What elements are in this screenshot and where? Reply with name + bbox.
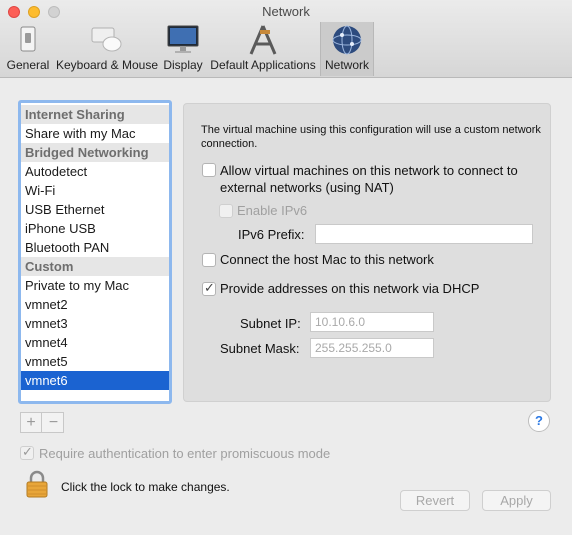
promiscuous-label: Require authentication to enter promiscu… — [39, 446, 331, 461]
general-switch-icon — [20, 26, 36, 52]
dhcp-checkbox[interactable]: ✓ — [202, 280, 216, 296]
network-globe-icon — [332, 25, 362, 55]
list-item-vmnet6[interactable]: vmnet6 — [21, 371, 169, 390]
add-remove-control: + − — [20, 412, 64, 433]
list-header-custom: Custom — [21, 257, 169, 276]
list-item-autodetect[interactable]: Autodetect — [21, 162, 169, 181]
keyboard-mouse-icon — [91, 27, 122, 52]
configuration-description: The virtual machine using this configura… — [201, 124, 541, 150]
network-list[interactable]: Internet Sharing Share with my Mac Bridg… — [18, 100, 172, 404]
subnet-mask-field[interactable]: 255.255.255.0 — [310, 338, 434, 358]
window-title: Network — [262, 4, 310, 19]
list-item-vmnet4[interactable]: vmnet4 — [21, 333, 169, 352]
toolbar-label: Default Applications — [210, 58, 316, 72]
checkmark-icon: ✓ — [22, 444, 33, 459]
enable-ipv6-checkbox[interactable] — [219, 204, 233, 218]
list-header-internet-sharing: Internet Sharing — [21, 105, 169, 124]
toolbar-label: Keyboard & Mouse — [55, 58, 159, 72]
revert-button[interactable]: Revert — [400, 490, 470, 511]
toolbar-item-general[interactable]: General — [2, 22, 54, 76]
toolbar-item-keyboard-mouse[interactable]: Keyboard & Mouse — [55, 22, 159, 76]
lock-icon[interactable] — [25, 470, 49, 498]
list-item-iphone-usb[interactable]: iPhone USB — [21, 219, 169, 238]
add-network-button[interactable]: + — [21, 413, 42, 432]
toolbar-item-network[interactable]: Network — [320, 22, 374, 76]
subnet-ip-label: Subnet IP: — [240, 316, 301, 331]
apply-button[interactable]: Apply — [482, 490, 551, 511]
preferences-window: Network General Keyboard & Mouse Display — [0, 0, 572, 535]
subnet-mask-label: Subnet Mask: — [220, 341, 300, 356]
toolbar-label: General — [6, 58, 50, 72]
list-item-vmnet3[interactable]: vmnet3 — [21, 314, 169, 333]
dhcp-label: Provide addresses on this network via DH… — [220, 281, 480, 296]
list-item-private-to-my-mac[interactable]: Private to my Mac — [21, 276, 169, 295]
ipv6-prefix-field[interactable] — [315, 224, 533, 244]
toolbar-item-display[interactable]: Display — [160, 22, 206, 76]
checkmark-icon: ✓ — [204, 280, 215, 295]
allow-nat-checkbox[interactable] — [202, 163, 216, 177]
default-applications-icon — [249, 25, 277, 55]
connect-host-label: Connect the host Mac to this network — [220, 252, 434, 267]
allow-nat-label: Allow virtual machines on this network t… — [220, 163, 518, 195]
list-item-vmnet2[interactable]: vmnet2 — [21, 295, 169, 314]
list-item-usb-ethernet[interactable]: USB Ethernet — [21, 200, 169, 219]
list-item-bluetooth-pan[interactable]: Bluetooth PAN — [21, 238, 169, 257]
list-item-wi-fi[interactable]: Wi-Fi — [21, 181, 169, 200]
lock-message: Click the lock to make changes. — [61, 480, 230, 494]
enable-ipv6-label: Enable IPv6 — [237, 203, 308, 218]
subnet-ip-field[interactable]: 10.10.6.0 — [310, 312, 434, 332]
help-button[interactable]: ? — [528, 410, 550, 432]
connect-host-checkbox[interactable] — [202, 253, 216, 267]
remove-network-button[interactable]: − — [43, 413, 64, 432]
list-item-vmnet5[interactable]: vmnet5 — [21, 352, 169, 371]
display-monitor-icon — [167, 25, 199, 53]
toolbar: Network General Keyboard & Mouse Display — [0, 0, 572, 78]
list-item-share-with-my-mac[interactable]: Share with my Mac — [21, 124, 169, 143]
toolbar-label: Network — [324, 58, 369, 72]
toolbar-item-default-applications[interactable]: Default Applications — [207, 22, 319, 76]
list-header-bridged-networking: Bridged Networking — [21, 143, 169, 162]
toolbar-label: Display — [163, 58, 203, 72]
network-settings-panel: The virtual machine using this configura… — [183, 103, 551, 402]
promiscuous-checkbox[interactable]: ✓ — [20, 444, 34, 460]
ipv6-prefix-label: IPv6 Prefix: — [238, 227, 305, 242]
